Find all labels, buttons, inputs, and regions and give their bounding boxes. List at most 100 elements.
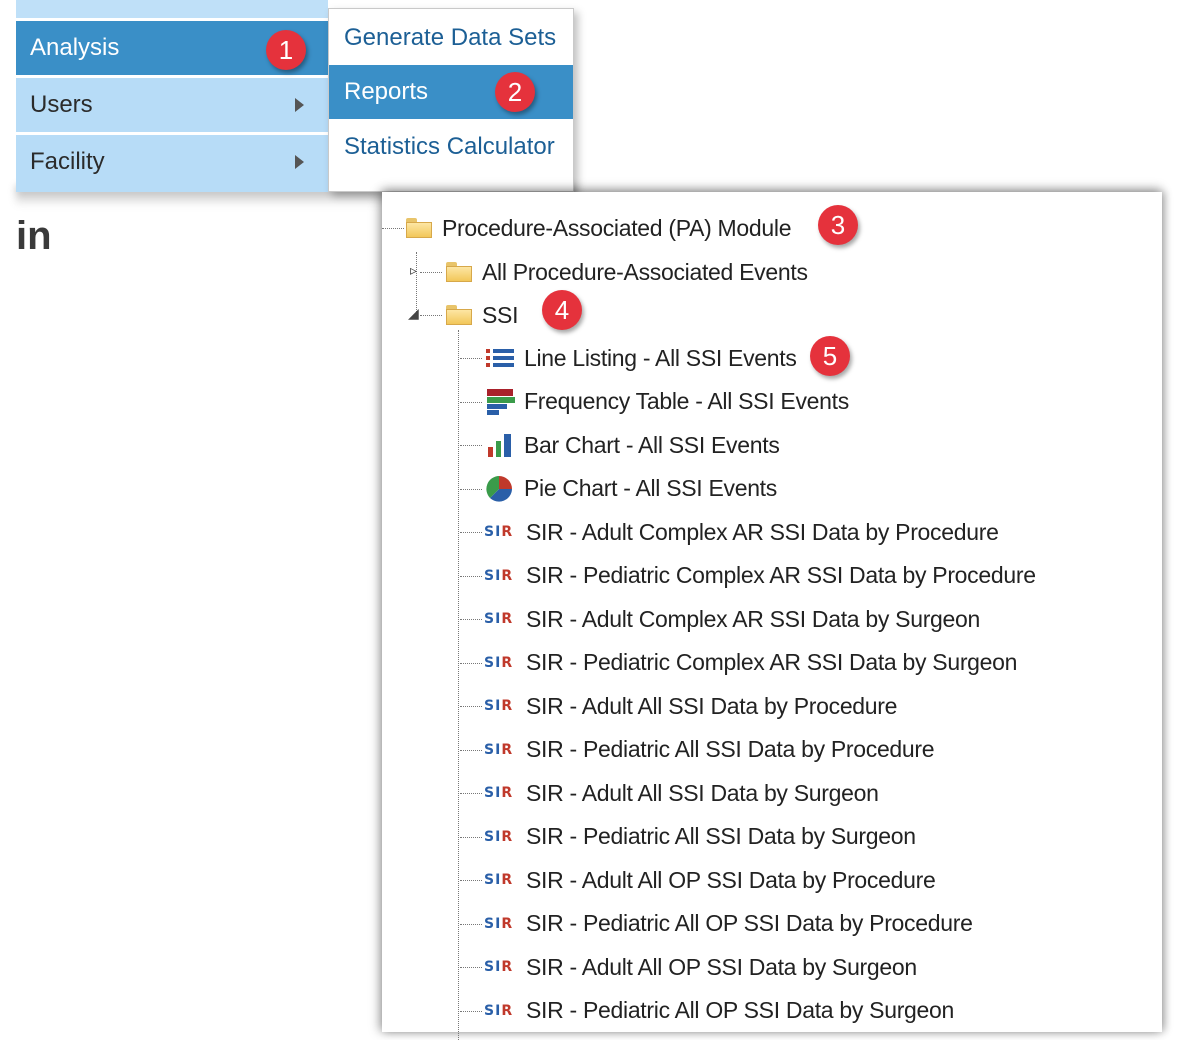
tree-report-item[interactable]: SIR SIR - Pediatric Complex AR SSI Data b… — [484, 558, 1036, 594]
expand-icon[interactable]: ▹ — [410, 262, 417, 279]
step-badge-1: 1 — [266, 30, 306, 70]
tree-report-label: SIR - Pediatric All SSI Data by Surgeon — [526, 823, 916, 849]
step-badge-5: 5 — [810, 336, 850, 376]
tree-report-label: SIR - Pediatric Complex AR SSI Data by P… — [526, 562, 1036, 588]
step-badge-3: 3 — [818, 205, 858, 245]
tree-node-ssi[interactable]: SSI — [446, 297, 518, 333]
report-tree-panel: ▹ ◢ Procedure-Associated (PA) Module All… — [382, 192, 1162, 1040]
tree-connector — [420, 272, 442, 273]
sir-icon: SIR — [484, 785, 514, 801]
nav-menu: Analysis Users Facility — [16, 0, 328, 192]
tree-connector — [460, 619, 482, 620]
step-badge-4: 4 — [542, 290, 582, 330]
sir-icon: SIR — [484, 872, 514, 888]
bar-chart-icon — [484, 433, 516, 457]
tree-node-label: Procedure-Associated (PA) Module — [442, 214, 792, 241]
tree-connector — [460, 880, 482, 881]
sir-icon: SIR — [484, 1002, 514, 1019]
tree-node-pa-module[interactable]: Procedure-Associated (PA) Module — [406, 210, 792, 246]
tree-report-item[interactable]: SIR SIR - Adult All OP SSI Data by Surgeo… — [484, 949, 917, 985]
tree-connector — [460, 967, 482, 968]
tree-report-item[interactable]: Pie Chart - All SSI Events — [484, 471, 777, 507]
collapse-icon[interactable]: ◢ — [408, 305, 419, 322]
tree-report-label: Pie Chart - All SSI Events — [524, 475, 777, 501]
tree-report-item[interactable]: Line Listing - All SSI Events — [484, 340, 797, 376]
submenu-item-statistics-calculator[interactable]: Statistics Calculator — [329, 120, 573, 174]
tree-report-label: SIR - Adult All SSI Data by Surgeon — [526, 779, 879, 806]
tree-report-item[interactable]: SIR SIR - Adult Complex AR SSI Data by Su… — [484, 601, 980, 637]
tree-report-label: SIR - Pediatric All SSI Data by Procedur… — [526, 736, 935, 762]
sir-icon: SIR — [484, 828, 514, 845]
folder-icon — [446, 262, 472, 282]
sir-icon: SIR — [484, 741, 514, 758]
submenu-item-reports[interactable]: Reports — [329, 65, 573, 119]
tree-report-item[interactable]: SIR SIR - Adult All OP SSI Data by Proced… — [484, 862, 936, 898]
tree-connector — [460, 575, 482, 577]
tree-connector — [460, 706, 482, 707]
tree-connector — [460, 923, 482, 925]
tree-report-item[interactable]: Frequency Table - All SSI Events — [484, 384, 849, 420]
tree-connector — [460, 488, 482, 490]
tree-connector — [460, 445, 482, 446]
tree-report-item[interactable]: SIR SIR - Pediatric All OP SSI Data by Pr… — [484, 906, 973, 942]
sir-icon: SIR — [484, 567, 514, 584]
tree-report-item[interactable]: SIR SIR - Adult Complex AR SSI Data by Pr… — [484, 514, 999, 550]
tree-report-item[interactable]: SIR SIR - Pediatric All SSI Data by Surge… — [484, 819, 916, 855]
folder-icon — [446, 305, 472, 325]
folder-icon — [406, 218, 432, 238]
nav-item-facility[interactable]: Facility — [16, 135, 328, 189]
tree-report-label: SIR - Pediatric All OP SSI Data by Proce… — [526, 910, 973, 936]
tree-connector — [420, 315, 442, 316]
tree-node-label: All Procedure-Associated Events — [482, 258, 808, 285]
tree-connector — [458, 330, 459, 1040]
tree-connector — [460, 662, 482, 664]
nav-menu-top-strip — [16, 0, 328, 21]
line-listing-icon — [484, 346, 516, 370]
tree-node-label: SSI — [482, 301, 519, 328]
tree-report-label: SIR - Adult All SSI Data by Procedure — [526, 692, 898, 719]
sir-icon: SIR — [484, 915, 514, 932]
nav-item-label: Analysis — [30, 34, 120, 61]
tree-connector — [460, 836, 482, 838]
tree-report-item[interactable]: SIR SIR - Adult All SSI Data by Procedure — [484, 688, 897, 724]
submenu-item-label: Statistics Calculator — [344, 133, 555, 160]
tree-report-label: SIR - Adult All OP SSI Data by Procedure — [526, 866, 936, 893]
tree-report-item[interactable]: SIR SIR - Pediatric All SSI Data by Proce… — [484, 732, 935, 768]
tree-report-label: Line Listing - All SSI Events — [524, 344, 797, 371]
sir-icon: SIR — [484, 698, 514, 714]
tree-report-label: Frequency Table - All SSI Events — [524, 388, 849, 414]
caret-right-icon — [295, 155, 304, 169]
submenu-item-generate-data-sets[interactable]: Generate Data Sets — [329, 11, 573, 65]
sir-icon: SIR — [484, 654, 514, 671]
tree-report-item[interactable]: SIR SIR - Adult All SSI Data by Surgeon — [484, 775, 879, 811]
tree-node-all-pa-events[interactable]: All Procedure-Associated Events — [446, 254, 808, 290]
analysis-submenu: Generate Data Sets Reports Statistics Ca… — [328, 8, 574, 192]
nav-item-users[interactable]: Users — [16, 78, 328, 132]
tree-connector — [460, 532, 482, 533]
sir-icon: SIR — [484, 611, 514, 627]
caret-right-icon — [295, 98, 304, 112]
nav-item-label: Users — [30, 91, 93, 118]
tree-report-label: SIR - Adult Complex AR SSI Data by Proce… — [526, 518, 999, 545]
sir-icon: SIR — [484, 959, 514, 975]
tree-report-item[interactable]: Bar Chart - All SSI Events — [484, 427, 780, 463]
background-text: in — [16, 214, 52, 258]
tree-report-item[interactable]: SIR SIR - Pediatric All OP SSI Data by Su… — [484, 993, 954, 1029]
tree-report-label: Bar Chart - All SSI Events — [524, 431, 780, 458]
tree-report-label: SIR - Adult All OP SSI Data by Surgeon — [526, 953, 917, 980]
sir-icon: SIR — [484, 524, 514, 540]
pie-chart-icon — [484, 475, 516, 502]
tree-report-item[interactable]: SIR SIR - Pediatric Complex AR SSI Data b… — [484, 645, 1017, 681]
tree-connector — [382, 228, 404, 229]
tree-connector — [460, 793, 482, 794]
tree-connector — [460, 1010, 482, 1012]
submenu-item-label: Reports — [344, 78, 429, 105]
tree-report-label: SIR - Pediatric All OP SSI Data by Surge… — [526, 997, 955, 1023]
tree-connector — [460, 749, 482, 751]
tree-report-label: SIR - Pediatric Complex AR SSI Data by S… — [526, 649, 1018, 675]
tree-report-label: SIR - Adult Complex AR SSI Data by Surge… — [526, 605, 981, 632]
frequency-table-icon — [484, 388, 516, 415]
step-badge-2: 2 — [495, 72, 535, 112]
submenu-item-label: Generate Data Sets — [344, 24, 557, 51]
tree-connector — [460, 401, 482, 403]
